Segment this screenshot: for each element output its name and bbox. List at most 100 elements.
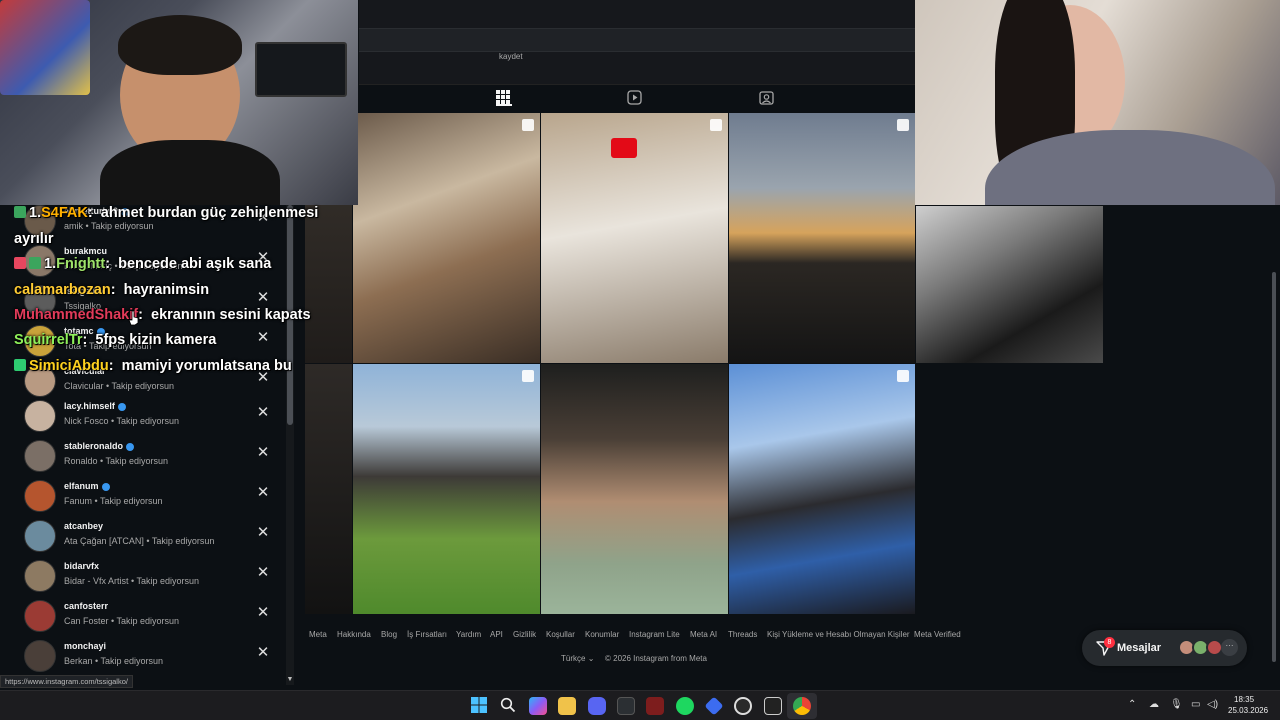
avatar[interactable] — [24, 205, 56, 237]
list-item[interactable]: totamc Tota • Takip ediyorsun ✕ — [24, 321, 284, 361]
post-tile[interactable] — [353, 364, 540, 614]
avatar[interactable] — [24, 640, 56, 672]
footer-link-blog[interactable]: Blog — [381, 630, 397, 639]
avatar[interactable] — [24, 400, 56, 432]
remove-button[interactable]: ✕ — [256, 290, 270, 305]
remove-button[interactable]: ✕ — [256, 250, 270, 265]
avatar[interactable] — [24, 600, 56, 632]
username[interactable]: clavicular — [64, 366, 106, 376]
avatar[interactable] — [24, 560, 56, 592]
username[interactable]: monchayi — [64, 641, 106, 651]
remove-button[interactable]: ✕ — [256, 210, 270, 225]
footer-link-locations[interactable]: Konumlar — [585, 630, 619, 639]
post-tile[interactable] — [353, 113, 540, 363]
avatar[interactable] — [24, 520, 56, 552]
scrollbar-thumb[interactable] — [287, 205, 293, 425]
username[interactable]: burakmcu — [64, 246, 107, 256]
tab-tagged[interactable] — [759, 90, 775, 106]
username[interactable]: ahmetturku0 — [64, 206, 130, 216]
username[interactable]: canfosterr — [64, 601, 108, 611]
post-tile[interactable] — [541, 113, 728, 363]
copilot-icon[interactable] — [529, 697, 547, 715]
onedrive-icon[interactable]: ☁ — [1149, 699, 1159, 710]
page-scrollbar[interactable] — [1270, 250, 1278, 690]
footer-link-meta-ai[interactable]: Meta AI — [690, 630, 717, 639]
list-item[interactable]: elfanum Fanum • Takip ediyorsun ✕ — [24, 476, 284, 516]
footer-link-meta[interactable]: Meta — [309, 630, 327, 639]
footer-link-help[interactable]: Yardım — [456, 630, 481, 639]
remove-button[interactable]: ✕ — [256, 565, 270, 580]
app-icon[interactable] — [704, 696, 724, 716]
remove-button[interactable]: ✕ — [256, 645, 270, 660]
microphone-icon[interactable]: 🎙︎ — [1170, 699, 1183, 710]
list-item[interactable]: clavicular Clavicular • Takip ediyorsun … — [24, 361, 284, 401]
language-select[interactable]: Türkçe ⌄ — [561, 654, 594, 663]
scroll-down-icon[interactable]: ▼ — [286, 676, 294, 683]
footer-link-privacy[interactable]: Gizlilik — [513, 630, 536, 639]
footer-link-meta-verified[interactable]: Meta Verified — [914, 630, 961, 639]
obs-icon[interactable] — [734, 697, 752, 715]
avatar[interactable] — [24, 325, 56, 357]
remove-button[interactable]: ✕ — [256, 525, 270, 540]
messages-button[interactable]: 8 Mesajlar ··· — [1082, 630, 1247, 666]
chrome-icon[interactable] — [793, 697, 811, 715]
netflix-icon[interactable] — [646, 697, 664, 715]
username[interactable]: totamc — [64, 326, 105, 336]
network-icon[interactable]: ▭ — [1191, 699, 1200, 710]
post-tile[interactable] — [729, 364, 915, 614]
list-item[interactable]: monchayi Berkan • Takip ediyorsun ✕ — [24, 636, 284, 676]
epic-icon[interactable] — [764, 697, 782, 715]
username[interactable]: elfanum — [64, 481, 110, 491]
footer-link-terms[interactable]: Koşullar — [546, 630, 575, 639]
list-item[interactable]: burakmcu Burak Meriç • Takip ediyorsun ✕ — [24, 241, 284, 281]
username[interactable]: lacy.himself — [64, 401, 126, 411]
list-item[interactable]: canfosterr Can Foster • Takip ediyorsun … — [24, 596, 284, 636]
footer-link-about[interactable]: Hakkında — [337, 630, 371, 639]
volume-icon[interactable]: ◁) — [1207, 699, 1218, 710]
post-tile-partial[interactable] — [305, 364, 352, 614]
start-icon[interactable] — [471, 697, 489, 715]
tray-overflow-icon[interactable]: ⌃ — [1128, 699, 1136, 710]
username[interactable]: stableronaldo — [64, 441, 135, 451]
tab-posts[interactable] — [496, 90, 512, 106]
spotify-icon[interactable] — [676, 697, 694, 715]
avatar[interactable] — [24, 365, 56, 397]
remove-button[interactable]: ✕ — [256, 485, 270, 500]
username[interactable]: atcanbey — [64, 521, 103, 531]
username[interactable]: tssigalko — [64, 286, 103, 296]
remove-button[interactable]: ✕ — [256, 605, 270, 620]
list-item[interactable]: stableronaldo Ronaldo • Takip ediyorsun … — [24, 436, 284, 476]
search-icon[interactable] — [500, 697, 518, 715]
post-tile[interactable] — [541, 364, 728, 614]
username[interactable]: bidarvfx — [64, 561, 99, 571]
list-item[interactable]: ahmetturku0 amik • Takip ediyorsun ✕ — [24, 201, 284, 241]
avatar[interactable] — [24, 245, 56, 277]
avatar[interactable] — [24, 440, 56, 472]
clock-time[interactable]: 18:35 — [1234, 695, 1254, 704]
remove-button[interactable]: ✕ — [256, 370, 270, 385]
list-item[interactable]: bidarvfx Bidar - Vfx Artist • Takip ediy… — [24, 556, 284, 596]
post-tile[interactable] — [729, 113, 915, 363]
footer-link-threads[interactable]: Threads — [728, 630, 757, 639]
avatar[interactable] — [24, 285, 56, 317]
footer-link-jobs[interactable]: İş Fırsatları — [407, 630, 447, 639]
file-explorer-icon[interactable] — [558, 697, 576, 715]
list-scrollbar[interactable]: ▼ — [286, 205, 294, 685]
remove-button[interactable]: ✕ — [256, 330, 270, 345]
discord-icon[interactable] — [588, 697, 606, 715]
remove-button[interactable]: ✕ — [256, 405, 270, 420]
avatar[interactable] — [24, 480, 56, 512]
list-item[interactable]: tssigalko Tssigalko ✕ — [24, 281, 284, 321]
footer-link-contact-uploading[interactable]: Kişi Yükleme ve Hesabı Olmayan Kişiler — [767, 630, 910, 639]
list-item[interactable]: lacy.himself Nick Fosco • Takip ediyorsu… — [24, 396, 284, 436]
post-tile[interactable] — [916, 206, 1103, 363]
scrollbar-thumb[interactable] — [1272, 272, 1276, 662]
footer-link-api[interactable]: API — [490, 630, 503, 639]
clock-date[interactable]: 25.03.2026 — [1228, 706, 1268, 715]
list-item[interactable]: atcanbey Ata Çağan [ATCAN] • Takip ediyo… — [24, 516, 284, 556]
terminal-icon[interactable] — [617, 697, 635, 715]
subtitle: Bidar - Vfx Artist • Takip ediyorsun — [64, 576, 200, 586]
footer-link-instagram-lite[interactable]: Instagram Lite — [629, 630, 680, 639]
remove-button[interactable]: ✕ — [256, 445, 270, 460]
tab-reels[interactable] — [627, 90, 643, 106]
